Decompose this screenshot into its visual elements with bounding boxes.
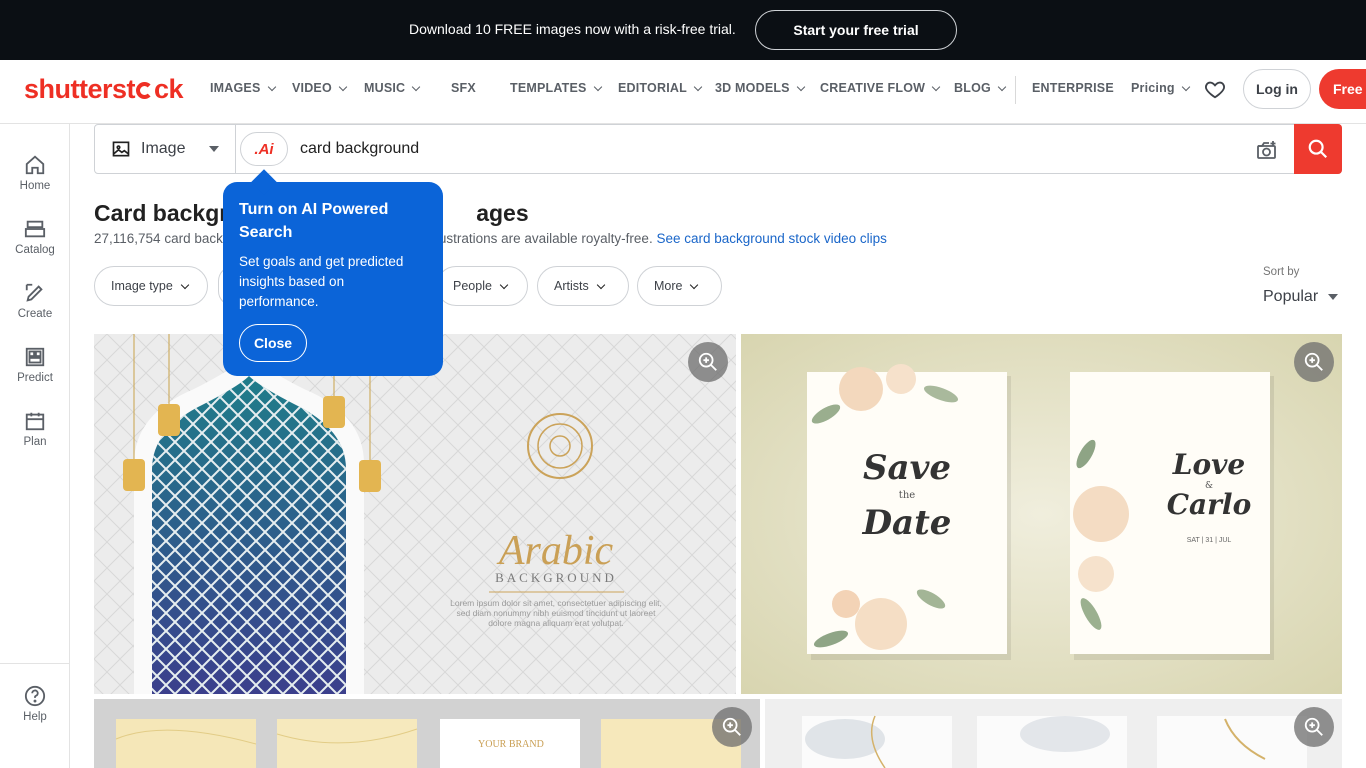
sidebar-label: Create [17, 308, 53, 320]
zoom-in-icon [722, 717, 741, 736]
login-button[interactable]: Log in [1243, 69, 1311, 109]
heart-icon[interactable] [1204, 78, 1226, 100]
image-icon [112, 141, 130, 157]
svg-text:sed diam nonummy nibh euismod: sed diam nonummy nibh euismod tincidunt … [457, 608, 657, 618]
zoom-button[interactable] [1294, 342, 1334, 382]
nav-divider [1015, 76, 1016, 104]
sidebar-item-plan[interactable]: Plan [0, 410, 70, 448]
image-result-wedding[interactable]: Save the Date Love & Carlo SAT | 31 | JU… [741, 334, 1342, 694]
search-bar: Image .Ai [94, 124, 1342, 174]
start-trial-button[interactable]: Start your free trial [755, 10, 957, 50]
zoom-in-icon [698, 352, 717, 371]
filter-people[interactable]: People [436, 266, 528, 306]
image-result-arabic[interactable]: Arabic BACKGROUND Lorem ipsum dolor sit … [94, 334, 736, 694]
sidebar-label: Plan [23, 436, 47, 448]
svg-text:Love: Love [1172, 448, 1245, 481]
promo-text: Download 10 FREE images now with a risk-… [409, 21, 736, 37]
nav-enterprise[interactable]: ENTERPRISE [1032, 81, 1114, 95]
svg-text:SAT | 31 | JUL: SAT | 31 | JUL [1187, 537, 1232, 544]
svg-text:Arabic: Arabic [496, 528, 614, 574]
ai-search-toggle[interactable]: .Ai [240, 132, 288, 166]
home-icon [25, 155, 45, 175]
create-icon [25, 283, 43, 302]
tooltip-body: Set goals and get predicted insights bas… [239, 254, 404, 309]
zoom-button[interactable] [712, 707, 752, 747]
sidebar-item-create[interactable]: Create [0, 282, 70, 320]
zoom-in-icon [1304, 717, 1323, 736]
sidebar-item-home[interactable]: Home [0, 154, 70, 192]
nav-templates[interactable]: TEMPLATES [510, 81, 602, 95]
business-cards-image: YOUR BRAND [94, 699, 760, 768]
ai-search-tooltip: Turn on AI Powered Search Set goals and … [223, 182, 443, 376]
top-nav: shutterst ck IMAGES VIDEO MUSIC SFX TEMPL… [0, 60, 1366, 124]
sidebar-item-catalog[interactable]: Catalog [0, 218, 70, 256]
tooltip-title: Turn on AI Powered Search [239, 201, 389, 241]
chevron-down-icon [1328, 294, 1339, 300]
camera-search-icon[interactable] [1255, 138, 1279, 162]
zoom-button[interactable] [688, 342, 728, 382]
media-type-label: Image [141, 140, 186, 157]
filter-more[interactable]: More [637, 266, 722, 306]
sort-select[interactable]: Popular [1263, 288, 1339, 306]
video-clips-link[interactable]: See card background stock video clips [656, 231, 886, 246]
help-icon [24, 685, 46, 707]
svg-text:YOUR BRAND: YOUR BRAND [478, 739, 544, 750]
results-count: 27,116,754 card back llustrations are ava… [94, 231, 887, 246]
media-type-select[interactable]: Image [95, 125, 236, 173]
svg-text:dolore magna aliquam erat volu: dolore magna aliquam erat volutpat. [488, 618, 624, 628]
svg-text:Lorem ipsum dolor sit amet, co: Lorem ipsum dolor sit amet, consectetuer… [450, 598, 662, 608]
free-trial-button[interactable]: Free t [1319, 69, 1366, 109]
sidebar-label: Help [23, 711, 47, 723]
tooltip-close-button[interactable]: Close [239, 324, 307, 362]
svg-text:Date: Date [862, 503, 952, 543]
svg-text:the: the [899, 490, 915, 501]
left-sidebar: Home Catalog Create Predict Plan Help [0, 124, 70, 768]
nav-blog[interactable]: BLOG [954, 81, 1007, 95]
svg-text:BACKGROUND: BACKGROUND [495, 570, 617, 585]
sidebar-label: Home [19, 180, 51, 192]
nav-pricing[interactable]: Pricing [1131, 81, 1191, 95]
nav-editorial[interactable]: EDITORIAL [618, 81, 703, 95]
sidebar-label: Catalog [15, 244, 55, 256]
svg-text:Save: Save [863, 448, 951, 488]
nav-sfx[interactable]: SFX [451, 81, 476, 95]
wedding-card-image: Save the Date Love & Carlo SAT | 31 | JU… [741, 334, 1342, 694]
nav-creative-flow[interactable]: CREATIVE FLOW [820, 81, 941, 95]
svg-text:Carlo: Carlo [1167, 488, 1252, 521]
zoom-button[interactable] [1294, 707, 1334, 747]
chevron-down-icon [209, 146, 219, 152]
search-input[interactable] [300, 137, 1200, 161]
zoom-in-icon [1304, 352, 1323, 371]
watercolor-cards-image [765, 699, 1342, 768]
promo-banner: Download 10 FREE images now with a risk-… [0, 0, 1366, 60]
filter-artists[interactable]: Artists [537, 266, 629, 306]
sidebar-item-help[interactable]: Help [0, 685, 70, 723]
search-icon [1308, 139, 1328, 159]
image-result-business-cards[interactable]: YOUR BRAND [94, 699, 760, 768]
search-button[interactable] [1294, 124, 1342, 174]
arabic-background-image: Arabic BACKGROUND Lorem ipsum dolor sit … [94, 334, 736, 694]
sidebar-item-predict[interactable]: Predict [0, 346, 70, 384]
shutterstock-logo[interactable]: shutterst ck [24, 74, 184, 105]
nav-video[interactable]: VIDEO [292, 81, 348, 95]
sidebar-divider [0, 663, 70, 664]
calendar-icon [25, 412, 45, 431]
catalog-icon [24, 220, 46, 238]
sidebar-label: Predict [17, 372, 53, 384]
filter-image-type[interactable]: Image type [94, 266, 208, 306]
image-result-watercolor[interactable] [765, 699, 1342, 768]
sort-label: Sort by [1263, 266, 1300, 278]
nav-3d-models[interactable]: 3D MODELS [715, 81, 805, 95]
predict-icon [25, 347, 45, 367]
nav-images[interactable]: IMAGES [210, 81, 276, 95]
nav-music[interactable]: MUSIC [364, 81, 421, 95]
